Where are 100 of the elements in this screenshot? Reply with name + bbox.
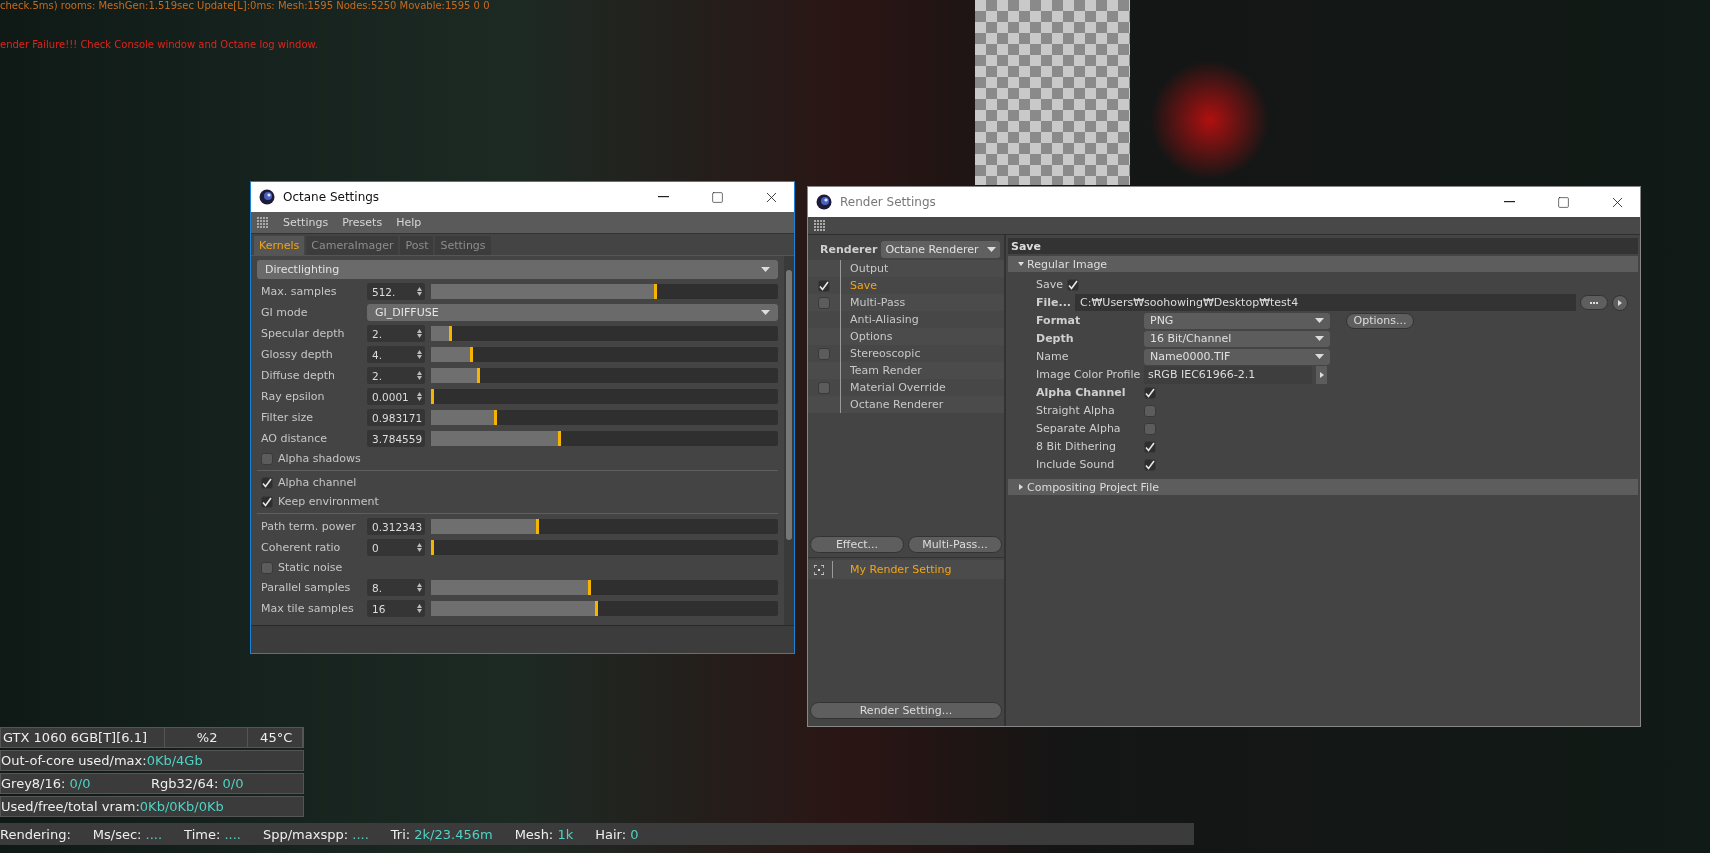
checkbox[interactable] [261, 452, 273, 465]
maximize-icon [710, 190, 724, 204]
checkbox[interactable] [818, 279, 830, 292]
checkbox[interactable] [1144, 458, 1156, 471]
arrow-right-icon[interactable] [1318, 371, 1325, 378]
renderer-dropdown[interactable]: Octane Renderer [881, 240, 1000, 258]
checkbox[interactable] [818, 296, 830, 309]
tree-item[interactable]: Options [850, 330, 893, 343]
number-field[interactable]: 16 [367, 600, 425, 617]
tree-item[interactable]: Material Override [850, 381, 946, 394]
checkbox[interactable] [261, 476, 273, 489]
number-field[interactable]: 0 [367, 539, 425, 556]
spinner-arrows-icon[interactable] [417, 543, 422, 552]
dropdown[interactable]: PNG [1144, 312, 1330, 329]
checkbox[interactable] [261, 495, 273, 508]
checkbox[interactable] [818, 381, 830, 394]
number-field[interactable]: 0.983171 [367, 409, 425, 426]
dropdown[interactable]: GI_DIFFUSE [367, 304, 778, 321]
render-setting-button[interactable]: Render Setting... [810, 702, 1002, 719]
slider-track[interactable] [431, 431, 778, 446]
effect-button[interactable]: Multi-Pass... [908, 536, 1002, 553]
slider-fill[interactable] [431, 410, 497, 425]
stat-text: Grey8/16: 0/0 [1, 776, 92, 791]
slider-track[interactable] [431, 284, 778, 299]
slider-track[interactable] [431, 601, 778, 616]
window-title: Octane Settings [283, 190, 381, 204]
slider-fill[interactable] [431, 389, 434, 404]
tree-item[interactable]: Save [850, 279, 877, 292]
grip-icon[interactable] [814, 219, 826, 232]
slider-fill[interactable] [431, 326, 452, 341]
slider-fill[interactable] [431, 284, 657, 299]
menu-item[interactable]: Help [396, 216, 422, 229]
spinner-arrows-icon[interactable] [417, 287, 422, 296]
slider-fill[interactable] [431, 519, 539, 534]
spinner-arrows-icon[interactable] [417, 329, 422, 338]
slider-fill[interactable] [431, 601, 598, 616]
spinner-arrows-icon[interactable] [417, 371, 422, 380]
tree-item[interactable]: Anti-Aliasing [850, 313, 919, 326]
grip-icon[interactable] [257, 216, 269, 229]
checkbox[interactable] [1144, 404, 1156, 417]
slider-track[interactable] [431, 519, 778, 534]
color-profile-field[interactable]: sRGB IEC61966-2.1 [1144, 365, 1312, 384]
checkbox[interactable] [1144, 386, 1156, 399]
arrow-right-icon[interactable] [1018, 484, 1024, 490]
slider-track[interactable] [431, 580, 778, 595]
menu-item[interactable]: Presets [342, 216, 383, 229]
spinner-arrows-icon[interactable] [417, 604, 422, 613]
menu-item[interactable]: Settings [283, 216, 329, 229]
spinner-arrows-icon[interactable] [417, 392, 422, 401]
checkbox[interactable] [818, 347, 830, 360]
slider-fill[interactable] [431, 431, 562, 446]
play-button[interactable] [1612, 294, 1628, 311]
checkbox[interactable] [1144, 440, 1156, 453]
spinner-arrows-icon[interactable] [417, 583, 422, 592]
checkbox[interactable] [261, 561, 273, 574]
options-button[interactable]: Options... [1346, 312, 1414, 329]
number-field[interactable]: 2. [367, 367, 425, 384]
arrow-right-icon[interactable] [1617, 299, 1623, 306]
number-field[interactable]: 2. [367, 325, 425, 342]
field-label: AO distance [261, 432, 329, 445]
browse-button[interactable] [1580, 295, 1608, 310]
scrollbar[interactable] [784, 256, 794, 625]
tab[interactable]: Kernels [254, 236, 305, 255]
slider-fill[interactable] [431, 368, 480, 383]
slider-track[interactable] [431, 389, 778, 404]
slider-track[interactable] [431, 368, 778, 383]
checkbox[interactable] [1144, 422, 1156, 435]
slider-fill[interactable] [431, 580, 591, 595]
file-path-field[interactable]: C:₩Users₩soohowing₩Desktop₩test4 [1075, 294, 1576, 311]
slider-fill[interactable] [431, 347, 473, 362]
panel-title: Save [1008, 238, 1638, 254]
slider-track[interactable] [431, 540, 778, 555]
number-field[interactable]: 8. [367, 579, 425, 596]
number-field[interactable]: 512. [367, 283, 425, 300]
effect-button[interactable]: Effect... [810, 536, 904, 553]
kernel-dropdown[interactable]: Directlighting [257, 260, 778, 279]
tree-item[interactable]: Output [850, 262, 889, 275]
section-header[interactable]: Compositing Project File [1008, 479, 1638, 495]
number-field[interactable]: 0.0001 [367, 388, 425, 405]
number-field[interactable]: 4. [367, 346, 425, 363]
slider-track[interactable] [431, 410, 778, 425]
minimize-icon [657, 196, 669, 198]
number-field[interactable]: 0.312343 [367, 518, 425, 535]
tree-item[interactable]: Stereoscopic [850, 347, 921, 360]
expand-arrow-icon[interactable] [1018, 261, 1024, 267]
slider-track[interactable] [431, 347, 778, 362]
spinner-arrows-icon[interactable] [417, 350, 422, 359]
slider-track[interactable] [431, 326, 778, 341]
section-header[interactable]: Regular Image [1008, 256, 1638, 272]
profile-arrow-button[interactable] [1316, 365, 1327, 384]
checkbox[interactable] [1067, 278, 1079, 291]
caret-icon [761, 267, 770, 272]
slider-fill[interactable] [431, 540, 434, 555]
tab[interactable]: Settings [435, 236, 491, 255]
dropdown[interactable]: Name0000.TIF [1144, 348, 1330, 365]
number-field[interactable]: 3.784559 [367, 430, 425, 447]
tab[interactable]: Post [400, 236, 434, 255]
field-label: Separate Alpha [1036, 422, 1122, 435]
dropdown[interactable]: 16 Bit/Channel [1144, 330, 1330, 347]
tab[interactable]: CameraImager [306, 236, 399, 255]
